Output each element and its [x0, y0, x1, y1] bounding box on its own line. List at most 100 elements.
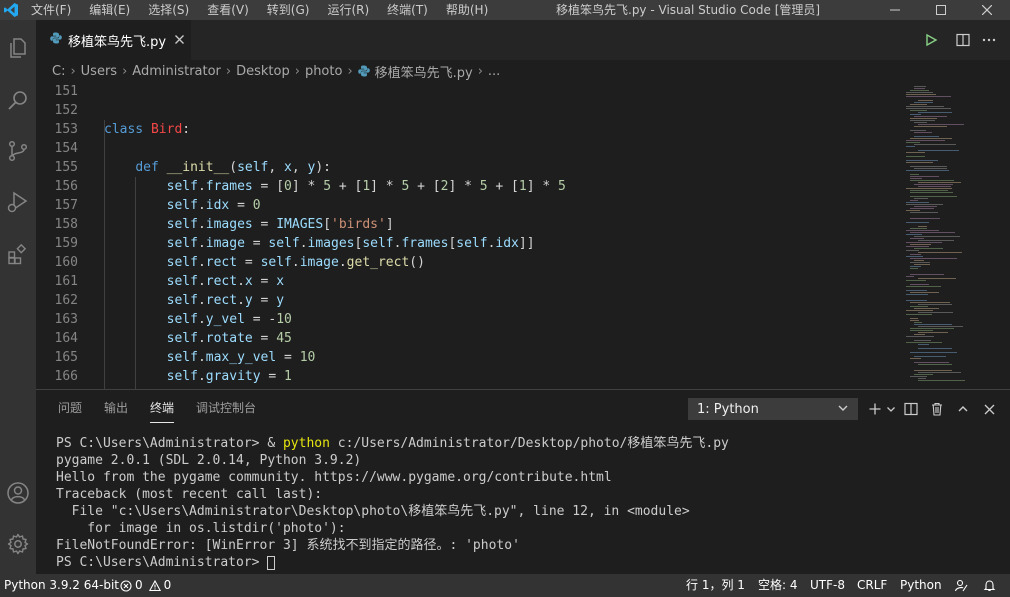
tab-problems[interactable]: 问题: [58, 390, 82, 426]
tab-active-file[interactable]: 移植笨鸟先飞.py: [36, 20, 191, 60]
terminal-cursor: [267, 555, 276, 570]
code-editor[interactable]: 151 152 153 154 155 156 157 158 159 160 161 162 163 1…: [36, 82, 1010, 389]
code-token: ] *: [291, 179, 324, 194]
code-line: self.rotate = 45: [104, 329, 566, 348]
trash-icon[interactable]: [926, 398, 948, 420]
explorer-icon[interactable]: [0, 30, 36, 66]
code-token: self: [166, 198, 198, 213]
close-panel-icon[interactable]: [978, 398, 1000, 420]
more-actions-icon[interactable]: [982, 20, 996, 60]
minimap-line: [918, 380, 965, 381]
close-window-button[interactable]: [964, 0, 1010, 20]
code-content[interactable]: class Bird: def __init__(self, x, y): se…: [104, 82, 566, 386]
maximize-button[interactable]: [918, 0, 964, 20]
breadcrumb-users[interactable]: Users: [81, 64, 117, 79]
line-ending[interactable]: CRLF: [857, 574, 887, 597]
menu-go[interactable]: 转到(G): [258, 0, 319, 20]
terminal-line: Hello from the pygame community. https:/…: [56, 470, 612, 485]
menu-view[interactable]: 查看(V): [198, 0, 258, 20]
account-icon[interactable]: [0, 475, 36, 511]
code-token: ] *: [448, 179, 480, 194]
minimap-line: [914, 356, 946, 357]
breadcrumb-drive[interactable]: C:: [52, 64, 65, 79]
breadcrumb-desktop[interactable]: Desktop: [236, 64, 290, 79]
minimap-line: [906, 92, 933, 93]
breadcrumb-photo[interactable]: photo: [305, 64, 343, 79]
minimap-line: [906, 94, 936, 95]
breadcrumb-symbol[interactable]: ...: [488, 64, 500, 79]
minimap-line: [918, 378, 926, 379]
tab-debug-console[interactable]: 调试控制台: [196, 390, 256, 426]
tab-close-icon[interactable]: [175, 32, 185, 48]
vscode-logo-icon: [0, 0, 22, 20]
minimap-line: [910, 330, 933, 331]
code-line: self.rect = self.image.get_rect(): [104, 253, 566, 272]
minimap-line: [906, 256, 923, 257]
problems-status[interactable]: 0 0: [120, 574, 171, 597]
minimap-line: [918, 344, 929, 345]
split-editor-icon[interactable]: [956, 20, 970, 60]
feedback-icon[interactable]: [954, 574, 968, 597]
editor-scrollbar[interactable]: [994, 82, 1010, 389]
settings-gear-icon[interactable]: [0, 526, 36, 562]
minimize-button[interactable]: [872, 0, 918, 20]
notifications-bell-icon[interactable]: [983, 574, 996, 597]
run-python-file-button[interactable]: [924, 20, 938, 60]
run-debug-icon[interactable]: [0, 184, 36, 220]
source-control-icon[interactable]: [0, 133, 36, 169]
code-token: (: [229, 160, 238, 175]
code-token: def: [135, 160, 167, 175]
encoding[interactable]: UTF-8: [810, 574, 845, 597]
chevron-right-icon: ›: [225, 63, 232, 79]
code-line: self.image = self.images[self.frames[sel…: [104, 234, 566, 253]
breadcrumb-administrator[interactable]: Administrator: [132, 64, 221, 79]
maximize-panel-icon[interactable]: [952, 398, 974, 420]
menu-help[interactable]: 帮助(H): [437, 0, 497, 20]
menu-terminal[interactable]: 终端(T): [378, 0, 437, 20]
minimap-line: [910, 104, 927, 105]
minimap-line: [918, 124, 964, 125]
breadcrumb-file[interactable]: 移植笨鸟先飞.py: [375, 62, 473, 81]
minimap[interactable]: [898, 82, 994, 389]
menu-file[interactable]: 文件(F): [22, 0, 80, 20]
minimap-line: [910, 190, 948, 191]
line-number: 151: [54, 84, 78, 99]
python-interpreter[interactable]: Python 3.9.2 64-bit: [4, 574, 119, 597]
minimap-line: [914, 370, 952, 371]
code-token: .: [237, 293, 245, 308]
minimap-line: [918, 364, 952, 365]
code-token: =: [252, 274, 277, 289]
minimap-line: [910, 266, 921, 267]
tab-terminal[interactable]: 终端: [150, 393, 175, 423]
minimap-line: [910, 262, 930, 263]
language-mode[interactable]: Python: [900, 574, 942, 597]
extensions-icon[interactable]: [0, 236, 36, 272]
terminal-select[interactable]: 1: Python: [688, 398, 858, 420]
menu-edit[interactable]: 编辑(E): [80, 0, 139, 20]
cursor-position[interactable]: 行 1，列 1: [686, 574, 745, 597]
split-terminal-icon[interactable]: [900, 398, 922, 420]
code-token: rect: [205, 274, 238, 289]
code-token: ]: [385, 217, 394, 232]
indentation[interactable]: 空格: 4: [758, 574, 798, 597]
menu-selection[interactable]: 选择(S): [139, 0, 198, 20]
terminal-chevron-down-icon[interactable]: [880, 398, 902, 420]
minimap-line: [906, 146, 915, 147]
line-number: 163: [54, 312, 78, 327]
minimap-line: [918, 240, 954, 241]
minimap-line: [914, 168, 947, 169]
menu-run[interactable]: 运行(R): [318, 0, 378, 20]
code-line: class Bird:: [104, 120, 566, 139]
code-token: rotate: [205, 331, 253, 346]
tab-output[interactable]: 输出: [104, 390, 128, 426]
terminal-output[interactable]: PS C:\Users\Administrator> & python c:/U…: [56, 435, 729, 571]
code-token: y_vel: [205, 312, 245, 327]
code-token: + [: [331, 179, 363, 194]
search-icon[interactable]: [0, 82, 36, 118]
code-token: .: [197, 255, 206, 270]
line-number: 161: [54, 274, 78, 289]
line-number: 165: [54, 350, 78, 365]
